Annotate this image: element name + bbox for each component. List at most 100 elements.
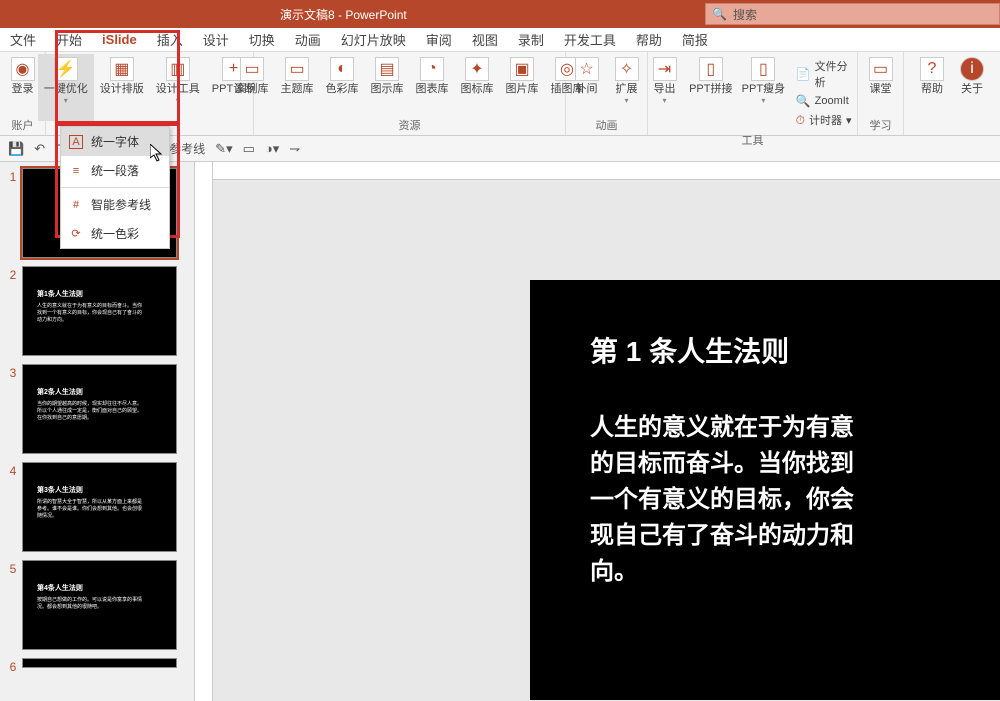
undo-icon[interactable]: ↶ bbox=[34, 141, 45, 157]
layout-icon: ▦ bbox=[110, 57, 134, 81]
group-resource: 资源 bbox=[399, 117, 421, 135]
menu-design[interactable]: 设计 bbox=[203, 30, 229, 49]
title-bar: 演示文稿8 - PowerPoint 🔍 搜索 bbox=[0, 0, 1000, 28]
chevron-down-icon: ▾ bbox=[64, 96, 68, 105]
menu-brief[interactable]: 简报 bbox=[682, 30, 708, 49]
separator bbox=[61, 187, 169, 188]
thumb-item[interactable]: 5 第4条人生法则 按期自己想做的工作的。可以说是你富享的事情况。都会想到其他的… bbox=[4, 560, 190, 650]
vertical-ruler bbox=[195, 162, 213, 701]
help-button[interactable]: ?帮助 bbox=[912, 54, 952, 121]
thumb-item[interactable]: 6 bbox=[4, 658, 190, 674]
ribbon: ◉ 登录 账户 ⚡ 一键优化 ▾ ▦ 设计排版 ▥ 设计工具 ▾ + bbox=[0, 52, 1000, 136]
menu-help[interactable]: 帮助 bbox=[636, 30, 662, 49]
optimize-button[interactable]: ⚡ 一键优化 ▾ bbox=[38, 54, 94, 121]
menu-slideshow[interactable]: 幻灯片放映 bbox=[341, 30, 406, 49]
pie-icon: ◔ bbox=[420, 57, 444, 81]
tween-button[interactable]: ☆补间 bbox=[567, 54, 607, 117]
group-study: 学习 bbox=[870, 117, 892, 135]
menu-home[interactable]: 开始 bbox=[56, 30, 82, 49]
export-icon: ⇥ bbox=[653, 57, 677, 81]
chevron-down-icon: ▾ bbox=[846, 114, 852, 127]
thumb-slide-4[interactable]: 第3条人生法则 所谓的智慧大全于智慧，所以从某方面上来都是参考。谁不会是谁。你们… bbox=[22, 462, 177, 552]
diagram-lib-button[interactable]: ▤图示库 bbox=[365, 54, 410, 117]
menu-insert[interactable]: 插入 bbox=[157, 30, 183, 49]
refresh-icon: ⟳ bbox=[69, 227, 83, 241]
thumb-item[interactable]: 4 第3条人生法则 所谓的智慧大全于智慧，所以从某方面上来都是参考。谁不会是谁。… bbox=[4, 462, 190, 552]
group-account: 账户 bbox=[12, 117, 34, 135]
case-icon: ▭ bbox=[240, 57, 264, 81]
search-icon: 🔍 bbox=[712, 7, 727, 21]
image-lib-button[interactable]: ▣图片库 bbox=[500, 54, 545, 117]
login-button[interactable]: ◉ 登录 bbox=[3, 54, 43, 117]
file-analyze-link[interactable]: 📄文件分析 bbox=[796, 58, 855, 90]
icon-lib-button[interactable]: ✦图标库 bbox=[455, 54, 500, 117]
menu-review[interactable]: 审阅 bbox=[426, 30, 452, 49]
menu-islide[interactable]: iSlide bbox=[102, 32, 137, 47]
edit-area[interactable]: 第 1 条人生法则 人生的意义就在于为有意 的目标而奋斗。当你找到 一个有意义的… bbox=[213, 162, 1000, 701]
shapes-icon[interactable]: ▭ bbox=[243, 141, 255, 157]
export-button[interactable]: ⇥导出▾ bbox=[645, 54, 685, 132]
star-icon: ☆ bbox=[575, 57, 599, 81]
question-icon: ? bbox=[920, 57, 944, 81]
about-button[interactable]: i关于 bbox=[952, 54, 992, 121]
menu-bar: 文件 开始 iSlide 插入 设计 切换 动画 幻灯片放映 审阅 视图 录制 … bbox=[0, 28, 1000, 52]
theme-lib-button[interactable]: ▭主题库 bbox=[275, 54, 320, 117]
palette-icon: ◐ bbox=[330, 57, 354, 81]
window-title: 演示文稿8 - PowerPoint bbox=[280, 6, 407, 23]
menu-record[interactable]: 录制 bbox=[518, 30, 544, 49]
layout-design-button[interactable]: ▦ 设计排版 bbox=[94, 54, 150, 121]
arrange-icon[interactable]: ◑▾ bbox=[265, 141, 279, 157]
thumb-slide-6[interactable] bbox=[22, 658, 177, 668]
slide-canvas[interactable]: 第 1 条人生法则 人生的意义就在于为有意 的目标而奋斗。当你找到 一个有意义的… bbox=[530, 280, 1000, 700]
info-icon: i bbox=[960, 57, 984, 81]
unify-paragraph-item[interactable]: ≡ 统一段落 bbox=[61, 156, 169, 185]
menu-animation[interactable]: 动画 bbox=[295, 30, 321, 49]
thumb-slide-5[interactable]: 第4条人生法则 按期自己想做的工作的。可以说是你富享的事情况。都会想到其他的很随… bbox=[22, 560, 177, 650]
extend-button[interactable]: ✧扩展▾ bbox=[607, 54, 647, 117]
timer-link[interactable]: ⏱计时器 ▾ bbox=[796, 112, 855, 128]
menu-view[interactable]: 视图 bbox=[472, 30, 498, 49]
join-icon: ▯ bbox=[699, 57, 723, 81]
chart-lib-button[interactable]: ◔图表库 bbox=[410, 54, 455, 117]
more-icon[interactable]: ⇁ bbox=[289, 141, 300, 157]
user-icon: ◉ bbox=[11, 57, 35, 81]
refline-label: 参考线 bbox=[169, 140, 205, 157]
unify-font-item[interactable]: A 统一字体 bbox=[61, 127, 169, 156]
chevron-down-icon: ▾ bbox=[662, 96, 666, 105]
doc-icon: 📄 bbox=[796, 67, 811, 81]
thumb-slide-3[interactable]: 第2条人生法则 当你的期望越高的时候，现实却往往不尽人意。所以个人通往成一定是，… bbox=[22, 364, 177, 454]
icon-lib-icon: ✦ bbox=[465, 57, 489, 81]
diagram-icon: ▤ bbox=[375, 57, 399, 81]
pen-icon[interactable]: ✎▾ bbox=[215, 141, 232, 157]
join-button[interactable]: ▯PPT拼接 bbox=[685, 54, 738, 132]
menu-file[interactable]: 文件 bbox=[10, 30, 36, 49]
save-icon[interactable]: 💾 bbox=[8, 141, 24, 157]
chevron-down-icon: ▾ bbox=[176, 96, 180, 105]
thumb-item[interactable]: 2 第1条人生法则 人生的意义就在于为有意义的目标而奋斗。当你找到一个有意义的目… bbox=[4, 266, 190, 356]
tools-icon: ▥ bbox=[166, 57, 190, 81]
slim-button[interactable]: ▯PPT瘦身▾ bbox=[737, 54, 790, 132]
design-tools-button[interactable]: ▥ 设计工具 ▾ bbox=[150, 54, 206, 121]
group-tools: 工具 bbox=[742, 132, 764, 150]
sparkle-icon: ✧ bbox=[615, 57, 639, 81]
chevron-down-icon: ▾ bbox=[761, 96, 765, 105]
menu-dev[interactable]: 开发工具 bbox=[564, 30, 616, 49]
search-box[interactable]: 🔍 搜索 bbox=[705, 3, 1000, 25]
clock-icon: ⏱ bbox=[796, 113, 805, 128]
thumb-slide-2[interactable]: 第1条人生法则 人生的意义就在于为有意义的目标而奋斗。当你找到一个有意义的目标，… bbox=[22, 266, 177, 356]
optimize-dropdown: A 统一字体 ≡ 统一段落 # 智能参考线 ⟳ 统一色彩 bbox=[60, 126, 170, 249]
search-placeholder: 搜索 bbox=[733, 6, 757, 23]
image-icon: ▣ bbox=[510, 57, 534, 81]
unify-color-item[interactable]: ⟳ 统一色彩 bbox=[61, 219, 169, 248]
book-icon: ▭ bbox=[869, 57, 893, 81]
thumb-item[interactable]: 3 第2条人生法则 当你的期望越高的时候，现实却往往不尽人意。所以个人通往成一定… bbox=[4, 364, 190, 454]
slim-icon: ▯ bbox=[751, 57, 775, 81]
smart-guide-item[interactable]: # 智能参考线 bbox=[61, 190, 169, 219]
slide-body: 人生的意义就在于为有意 的目标而奋斗。当你找到 一个有意义的目标，你会 现自己有… bbox=[590, 410, 1000, 590]
zoomit-link[interactable]: 🔍ZoomIt bbox=[796, 94, 855, 108]
class-button[interactable]: ▭课堂 bbox=[861, 54, 901, 117]
chevron-down-icon: ▾ bbox=[624, 96, 628, 105]
menu-transition[interactable]: 切换 bbox=[249, 30, 275, 49]
color-lib-button[interactable]: ◐色彩库 bbox=[320, 54, 365, 117]
case-lib-button[interactable]: ▭案例库 bbox=[230, 54, 275, 117]
